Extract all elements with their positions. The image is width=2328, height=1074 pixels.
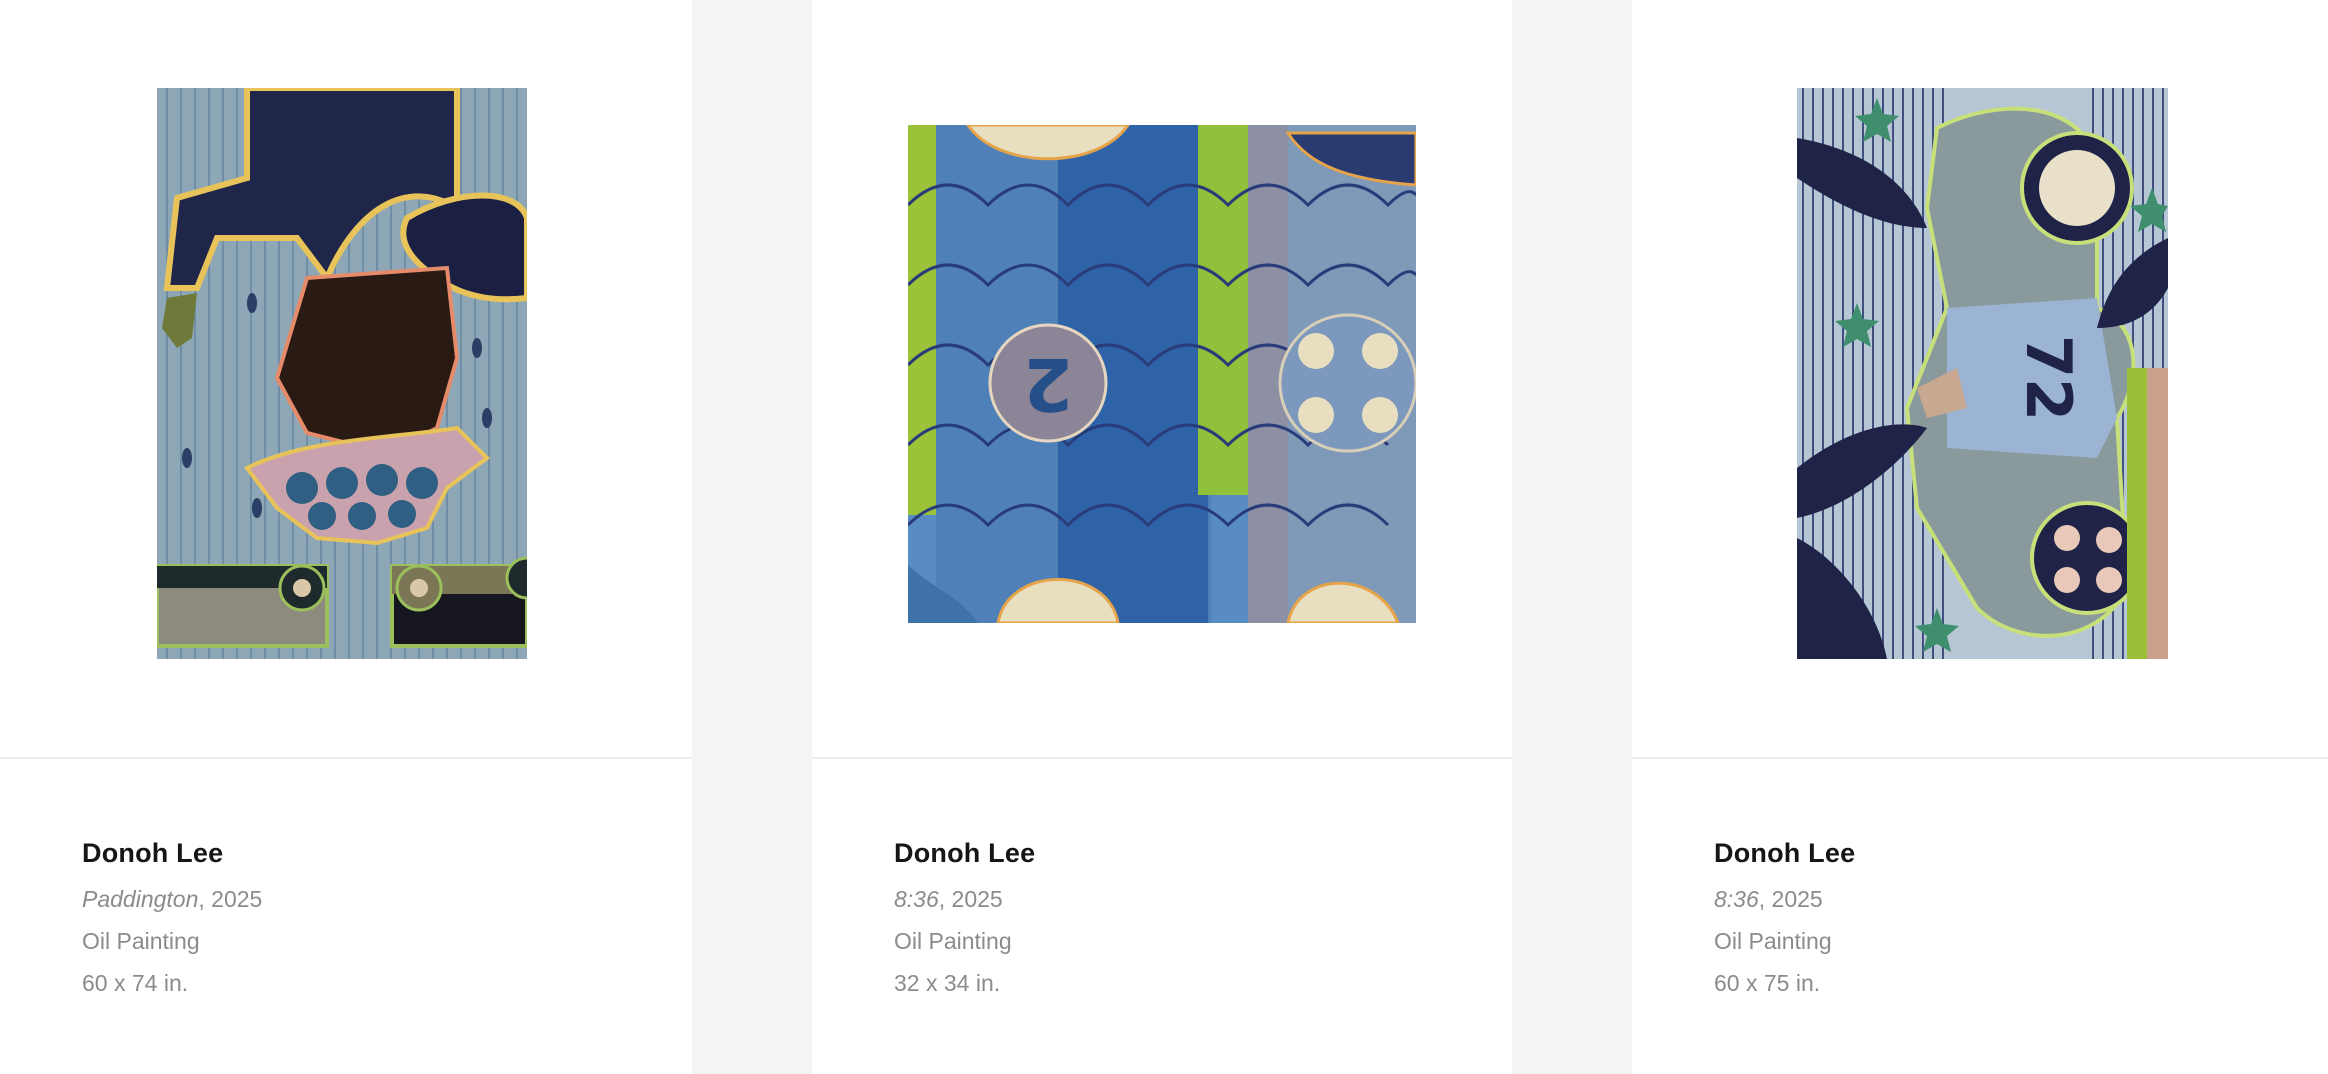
artwork-image-area[interactable] xyxy=(0,0,692,757)
artwork-dimensions: 60 x 75 in. xyxy=(1714,970,1821,996)
artwork-card[interactable]: 2 Donoh Lee 8:36, 2025 Oil Painting 32 x… xyxy=(812,0,1512,1074)
artwork-dimensions: 32 x 34 in. xyxy=(894,970,1001,996)
artwork-image-area[interactable]: 2 xyxy=(812,0,1512,757)
card-divider xyxy=(812,757,1512,759)
artwork-year: , 2025 xyxy=(938,886,1003,912)
artwork-image[interactable]: 2 xyxy=(908,125,1416,623)
artwork-dimensions: 60 x 74 in. xyxy=(82,970,189,996)
artwork-caption: Donoh Lee Paddington, 2025 Oil Painting … xyxy=(82,836,262,1004)
card-divider xyxy=(0,757,692,759)
artwork-image[interactable]: 72 xyxy=(1797,88,2168,659)
artwork-medium: Oil Painting xyxy=(82,928,200,954)
artwork-caption: Donoh Lee 8:36, 2025 Oil Painting 32 x 3… xyxy=(894,836,1035,1004)
artwork-caption: Donoh Lee 8:36, 2025 Oil Painting 60 x 7… xyxy=(1714,836,1855,1004)
artwork-title: Paddington xyxy=(82,886,199,912)
artwork-medium: Oil Painting xyxy=(894,928,1012,954)
artwork-title-year: 8:36, 2025 xyxy=(1714,878,1855,920)
artwork-card[interactable]: Donoh Lee Paddington, 2025 Oil Painting … xyxy=(0,0,692,1074)
artwork-card[interactable]: 72 Donoh Lee 8:36, 2025 Oil Painting 60 … xyxy=(1632,0,2328,1074)
svg-text:72: 72 xyxy=(2012,335,2085,421)
artwork-image-area[interactable]: 72 xyxy=(1632,0,2328,757)
artwork-title-year: Paddington, 2025 xyxy=(82,878,262,920)
artist-name[interactable]: Donoh Lee xyxy=(82,836,262,870)
artwork-title-year: 8:36, 2025 xyxy=(894,878,1035,920)
svg-text:2: 2 xyxy=(1023,342,1073,426)
artwork-image[interactable] xyxy=(157,88,527,659)
card-divider xyxy=(1632,757,2328,759)
artwork-title: 8:36 xyxy=(894,886,939,912)
artist-name[interactable]: Donoh Lee xyxy=(894,836,1035,870)
artwork-year: , 2025 xyxy=(1758,886,1823,912)
artwork-year: , 2025 xyxy=(198,886,263,912)
artwork-medium: Oil Painting xyxy=(1714,928,1832,954)
artist-name[interactable]: Donoh Lee xyxy=(1714,836,1855,870)
artwork-title: 8:36 xyxy=(1714,886,1759,912)
